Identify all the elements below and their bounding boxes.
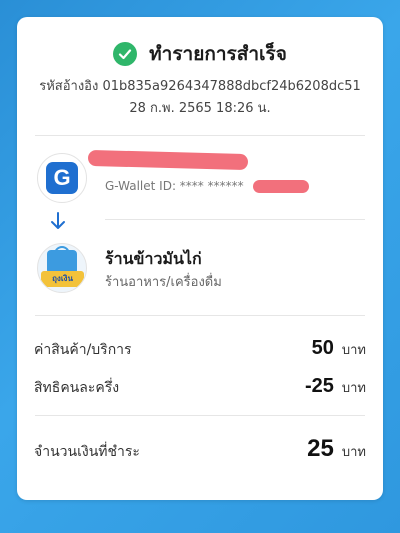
check-circle-icon (113, 42, 138, 66)
receipt-header: ทำรายการสำเร็จ (17, 39, 383, 69)
g-wallet-logo-letter: G (46, 162, 78, 194)
redacted-wallet-id (253, 180, 309, 193)
divider (105, 219, 365, 220)
total-unit: บาท (341, 445, 366, 460)
price-amount: 50 (311, 337, 334, 359)
discount-unit: บาท (341, 381, 366, 396)
price-label: ค่าสินค้า/บริการ (34, 342, 132, 358)
merchant-category: ร้านอาหาร/เครื่องดื่ม (105, 275, 222, 290)
page-title: ทำรายการสำเร็จ (149, 43, 287, 65)
total-row: จำนวนเงินที่ชำระ 25 บาท (34, 435, 366, 463)
divider (35, 315, 365, 316)
price-unit: บาท (341, 343, 366, 358)
merchant-logo-text: ถุงเงิน (41, 271, 84, 287)
price-row: ค่าสินค้า/บริการ 50 บาท (34, 337, 366, 361)
total-amount: 25 (307, 435, 334, 462)
total-label: จำนวนเงินที่ชำระ (34, 444, 140, 460)
transaction-datetime: 28 ก.พ. 2565 18:26 น. (129, 101, 271, 116)
merchant-logo: ถุงเงิน (37, 243, 87, 293)
g-wallet-logo: G (37, 153, 87, 203)
receipt-card: ทำรายการสำเร็จ รหัสอ้างอิง 01b835a926434… (17, 17, 383, 500)
discount-label: สิทธิคนละครึ่ง (34, 380, 120, 396)
discount-row: สิทธิคนละครึ่ง -25 บาท (34, 375, 366, 399)
discount-amount: -25 (304, 375, 334, 397)
divider (35, 415, 365, 416)
bag-icon (47, 250, 77, 272)
redacted-sender-name (87, 149, 249, 171)
arrow-down-icon (50, 212, 66, 235)
sender-wallet-id: G-Wallet ID: **** ****** (105, 179, 244, 193)
reference-number: รหัสอ้างอิง 01b835a9264347888dbcf24b6208… (39, 79, 361, 94)
merchant-name: ร้านข้าวมันไก่ (105, 249, 202, 268)
divider (35, 135, 365, 136)
